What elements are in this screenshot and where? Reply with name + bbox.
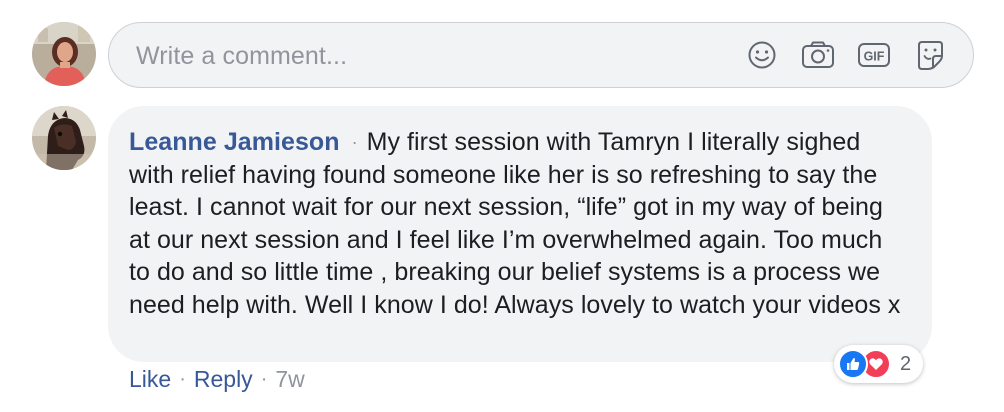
comment-text: My first session with Tamryn I literally… [129,128,901,319]
emoji-icon[interactable] [745,38,779,72]
comment-actions: Like · Reply · 7w [129,366,305,393]
camera-icon[interactable] [801,38,835,72]
like-button[interactable]: Like [129,366,171,393]
like-reaction-icon [838,349,868,379]
reactions-summary[interactable]: 2 [834,345,924,383]
comment-timestamp[interactable]: 7w [275,366,304,393]
reply-button[interactable]: Reply [194,366,253,393]
gif-icon-label: GIF [864,50,885,64]
current-user-avatar [32,22,96,86]
comment-input[interactable]: Write a comment... [136,42,347,71]
gif-icon[interactable]: GIF [857,38,891,72]
comment-bubble: Leanne Jamieson · My first session with Ta… [108,106,932,362]
action-separator: · [179,368,186,390]
commenter-avatar[interactable] [32,106,96,170]
author-separator: · [351,132,358,152]
action-separator: · [260,368,268,390]
sticker-icon[interactable] [913,38,947,72]
reaction-count: 2 [900,352,912,375]
comment-composer[interactable]: Write a comment... GIF [108,22,974,88]
comment-author-link[interactable]: Leanne Jamieson [129,128,340,156]
